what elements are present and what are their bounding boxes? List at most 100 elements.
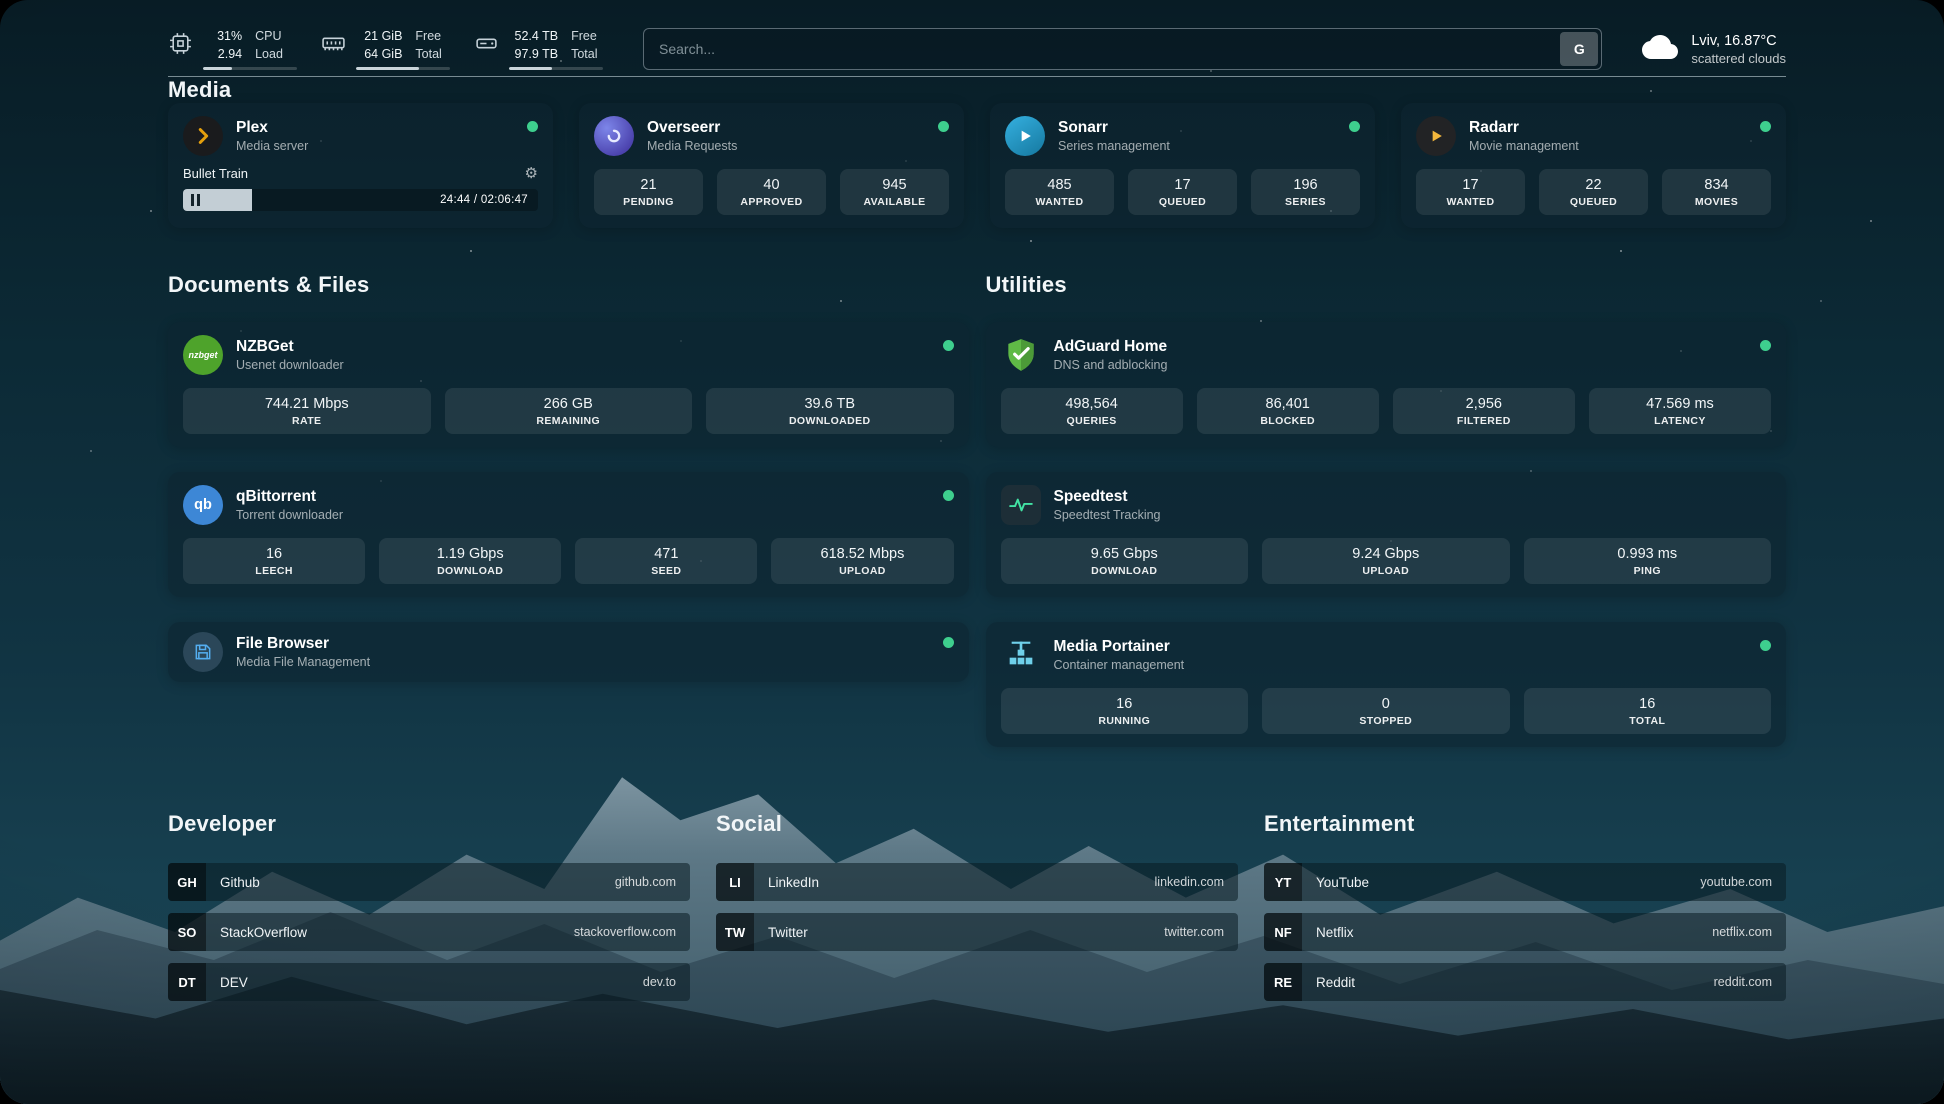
- stat-wanted: 17WANTED: [1416, 169, 1525, 215]
- bookmark-abbr: YT: [1264, 863, 1302, 901]
- app-subtitle: Media Requests: [647, 139, 737, 153]
- now-playing-row: Bullet Train ⚙: [183, 166, 538, 181]
- cloud-icon: [1642, 29, 1678, 70]
- bookmark-name: Reddit: [1316, 975, 1355, 990]
- stat-rate: 744.21 MbpsRATE: [183, 388, 431, 434]
- app-card-radarr[interactable]: Radarr Movie management 17WANTED 22QUEUE…: [1401, 103, 1786, 228]
- search-box: G: [643, 28, 1602, 70]
- ram-widget: 21 GiB Free 64 GiB Total: [321, 28, 450, 70]
- cpu-load-label: Load: [255, 46, 297, 63]
- stat-queued: 22QUEUED: [1539, 169, 1648, 215]
- system-widgets: 31% CPU 2.94 Load: [168, 28, 603, 70]
- bookmark-youtube[interactable]: YT YouTube youtube.com: [1264, 863, 1786, 901]
- app-card-speedtest[interactable]: Speedtest Speedtest Tracking 9.65 GbpsDO…: [986, 472, 1787, 597]
- plex-progress-bar[interactable]: 24:44 / 02:06:47: [183, 189, 538, 211]
- bookmark-dev[interactable]: DT DEV dev.to: [168, 963, 690, 1001]
- bookmark-name: Github: [220, 875, 260, 890]
- disk-free-value: 52.4 TB: [509, 28, 558, 45]
- status-dot: [943, 340, 954, 351]
- developer-column: Developer GH Github github.com SO StackO…: [168, 811, 690, 1013]
- section-title-media: Media: [168, 77, 1786, 103]
- radarr-icon: [1416, 116, 1456, 156]
- app-subtitle: Media server: [236, 139, 308, 153]
- bookmark-url: twitter.com: [1164, 925, 1224, 939]
- cpu-icon: [168, 31, 193, 61]
- app-card-sonarr[interactable]: Sonarr Series management 485WANTED 17QUE…: [990, 103, 1375, 228]
- status-dot: [938, 121, 949, 132]
- entertainment-column: Entertainment YT YouTube youtube.com NF …: [1264, 811, 1786, 1013]
- weather-widget: Lviv, 16.87°C scattered clouds: [1642, 29, 1786, 70]
- bookmark-name: Twitter: [768, 925, 808, 940]
- app-subtitle: Media File Management: [236, 655, 370, 669]
- bookmark-abbr: NF: [1264, 913, 1302, 951]
- qbittorrent-icon: qb: [183, 485, 223, 525]
- bookmark-abbr: LI: [716, 863, 754, 901]
- status-dot: [1760, 640, 1771, 651]
- app-name: Radarr: [1469, 119, 1579, 137]
- ram-free-label: Free: [415, 28, 450, 45]
- stat-leech: 16LEECH: [183, 538, 365, 584]
- app-card-portainer[interactable]: Media Portainer Container management 16R…: [986, 622, 1787, 747]
- bookmark-abbr: DT: [168, 963, 206, 1001]
- bookmark-url: stackoverflow.com: [574, 925, 676, 939]
- bookmark-url: netflix.com: [1712, 925, 1772, 939]
- bookmark-github[interactable]: GH Github github.com: [168, 863, 690, 901]
- utilities-column: Utilities AdGuard Home: [986, 272, 1787, 747]
- stat-remaining: 266 GBREMAINING: [445, 388, 693, 434]
- ram-free-value: 21 GiB: [356, 28, 402, 45]
- stat-approved: 40APPROVED: [717, 169, 826, 215]
- app-subtitle: Container management: [1054, 658, 1185, 672]
- app-card-adguard[interactable]: AdGuard Home DNS and adblocking 498,564Q…: [986, 322, 1787, 447]
- app-card-filebrowser[interactable]: File Browser Media File Management: [168, 622, 969, 682]
- disk-icon: [474, 31, 499, 61]
- ram-total-label: Total: [415, 46, 450, 63]
- bookmark-name: StackOverflow: [220, 925, 307, 940]
- documents-column: Documents & Files nzbget NZBGet Usenet d…: [168, 272, 969, 682]
- cpu-percent: 31%: [203, 28, 242, 45]
- search-input[interactable]: [647, 41, 1560, 57]
- section-title-documents: Documents & Files: [168, 272, 969, 298]
- social-column: Social LI LinkedIn linkedin.com TW Twitt…: [716, 811, 1238, 963]
- status-dot: [943, 637, 954, 648]
- stat-filtered: 2,956FILTERED: [1393, 388, 1575, 434]
- stat-download: 1.19 GbpsDOWNLOAD: [379, 538, 561, 584]
- status-dot: [1349, 121, 1360, 132]
- stat-seed: 471SEED: [575, 538, 757, 584]
- settings-gear-icon[interactable]: ⚙: [525, 166, 538, 181]
- pause-icon[interactable]: [191, 194, 200, 206]
- plex-time: 24:44 / 02:06:47: [440, 194, 528, 206]
- stat-stopped: 0STOPPED: [1262, 688, 1510, 734]
- stat-running: 16RUNNING: [1001, 688, 1249, 734]
- cpu-label: CPU: [255, 28, 297, 45]
- app-card-nzbget[interactable]: nzbget NZBGet Usenet downloader 744.21 M…: [168, 322, 969, 447]
- bookmark-url: linkedin.com: [1155, 875, 1224, 889]
- stat-total: 16TOTAL: [1524, 688, 1772, 734]
- app-subtitle: Torrent downloader: [236, 508, 343, 522]
- app-name: qBittorrent: [236, 488, 343, 506]
- now-playing-title: Bullet Train: [183, 166, 248, 181]
- app-card-overseerr[interactable]: Overseerr Media Requests 21PENDING 40APP…: [579, 103, 964, 228]
- bookmark-netflix[interactable]: NF Netflix netflix.com: [1264, 913, 1786, 951]
- app-subtitle: Usenet downloader: [236, 358, 344, 372]
- bookmark-url: github.com: [615, 875, 676, 889]
- cpu-usage-bar: [203, 67, 297, 70]
- disk-total-label: Total: [571, 46, 603, 63]
- app-card-plex[interactable]: Plex Media server Bullet Train ⚙ 24:44 /…: [168, 103, 553, 228]
- bookmark-twitter[interactable]: TW Twitter twitter.com: [716, 913, 1238, 951]
- app-name: File Browser: [236, 635, 370, 653]
- app-card-qbittorrent[interactable]: qb qBittorrent Torrent downloader 16LEEC…: [168, 472, 969, 597]
- bookmark-name: DEV: [220, 975, 248, 990]
- app-name: Speedtest: [1054, 488, 1161, 506]
- bookmark-abbr: RE: [1264, 963, 1302, 1001]
- plex-icon: [183, 116, 223, 156]
- ram-total-value: 64 GiB: [356, 46, 402, 63]
- bookmark-stackoverflow[interactable]: SO StackOverflow stackoverflow.com: [168, 913, 690, 951]
- bookmark-name: YouTube: [1316, 875, 1369, 890]
- app-subtitle: Speedtest Tracking: [1054, 508, 1161, 522]
- bookmark-linkedin[interactable]: LI LinkedIn linkedin.com: [716, 863, 1238, 901]
- bookmark-reddit[interactable]: RE Reddit reddit.com: [1264, 963, 1786, 1001]
- status-dot: [1760, 121, 1771, 132]
- search-engine-button[interactable]: G: [1560, 32, 1598, 66]
- stat-upload: 9.24 GbpsUPLOAD: [1262, 538, 1510, 584]
- cpu-widget: 31% CPU 2.94 Load: [168, 28, 297, 70]
